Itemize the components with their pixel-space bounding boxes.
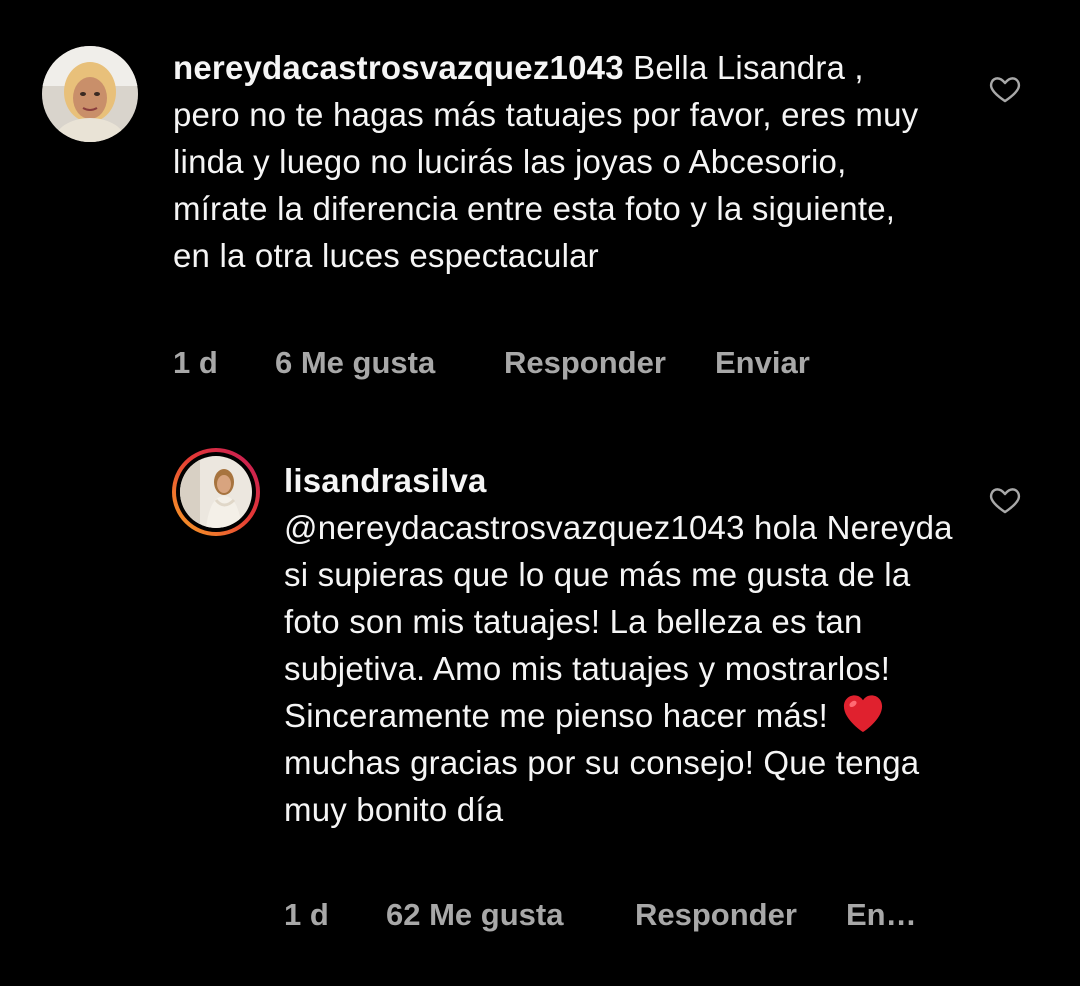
reply-button[interactable]: Responder xyxy=(635,897,846,933)
send-button[interactable]: En… xyxy=(846,897,917,933)
heart-outline-icon[interactable] xyxy=(988,72,1022,106)
heart-outline-icon[interactable] xyxy=(988,483,1022,517)
avatar[interactable] xyxy=(172,448,260,536)
comment-text: nereydacastrosvazquez1043 Bella Lisandra… xyxy=(173,44,933,279)
mention-link[interactable]: @nereydacastrosvazquez1043 xyxy=(284,509,745,546)
avatar[interactable] xyxy=(42,46,138,142)
comment-username[interactable]: lisandrasilva xyxy=(284,457,964,504)
red-heart-emoji xyxy=(844,695,883,733)
reply-button[interactable]: Responder xyxy=(504,345,715,381)
comment-body: muchas gracias por su consejo! Que tenga… xyxy=(284,744,920,828)
avatar-photo xyxy=(180,456,252,528)
comment-time: 1 d xyxy=(284,897,329,932)
send-button[interactable]: Enviar xyxy=(715,345,810,381)
comment-username[interactable]: nereydacastrosvazquez1043 xyxy=(173,49,624,86)
like-count[interactable]: 6 Me gusta xyxy=(275,345,504,381)
comment-item: lisandrasilva @nereydacastrosvazquez1043… xyxy=(0,420,1080,980)
comment-text: lisandrasilva @nereydacastrosvazquez1043… xyxy=(284,457,964,833)
comment-meta: 1 d 6 Me gusta Responder Enviar xyxy=(173,345,810,381)
like-count[interactable]: 62 Me gusta xyxy=(386,897,635,933)
comment-meta: 1 d 62 Me gusta Responder En… xyxy=(284,897,917,933)
comment-item: nereydacastrosvazquez1043 Bella Lisandra… xyxy=(0,0,1080,400)
comment-time: 1 d xyxy=(173,345,218,380)
